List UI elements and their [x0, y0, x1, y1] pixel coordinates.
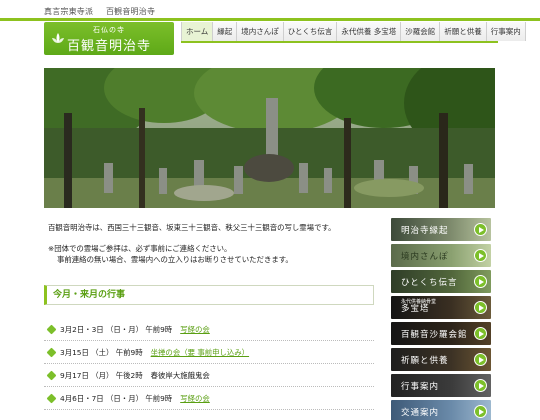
arrow-right-icon [474, 327, 487, 340]
event-link[interactable]: 写経の会 [180, 324, 210, 335]
banner-label: 境内さんぽ [401, 251, 449, 262]
event-date: 3月15日 （土） 午前9時 [60, 347, 143, 357]
event-date: 4月6日・7日 （日・月） 午前9時 [60, 393, 173, 403]
temple-name: 百観音明治寺 [105, 7, 156, 16]
banner-label: ひとくち伝言 [401, 277, 458, 288]
visit-notice: ※団体での霊場ご参拝は、必ず事前にご連絡ください。 事前連絡の無い場合、霊場内へ… [48, 243, 293, 265]
event-row: 9月17日 （月） 午後2時 春彼岸大施餓鬼会 [44, 364, 374, 387]
event-date: 9月17日 （月） 午後2時 [60, 370, 143, 380]
nav-engi[interactable]: 縁起 [212, 22, 237, 41]
events-section-title: 今月・来月の行事 [44, 285, 374, 305]
arrow-right-icon [474, 223, 487, 236]
nav-tahoto[interactable]: 永代供養 多宝塔 [336, 22, 401, 41]
event-row: 3月2日・3日 （日・月） 午前9時 写経の会 [44, 318, 374, 341]
banner-label: 祈願と供養 [401, 355, 449, 366]
event-date: 3月2日・3日 （日・月） 午前9時 [60, 324, 173, 334]
lotus-icon [52, 33, 64, 43]
hero-image [44, 68, 495, 208]
banner-label: 百観音沙羅会館 [401, 329, 468, 340]
banner-access[interactable]: 交通案内 [391, 400, 491, 420]
nav-keidai[interactable]: 境内さんぽ [236, 22, 283, 41]
banner-label: 行事案内 [401, 381, 440, 392]
intro-text: 百観音明治寺は、西国三十三観音、坂東三十三観音、秩父三十三観音の写し霊場です。 [48, 223, 336, 232]
event-text: 春彼岸大施餓鬼会 [150, 370, 210, 380]
banner-tahoto[interactable]: 永代供養納骨堂 多宝塔 [391, 296, 491, 319]
banner-message[interactable]: ひとくち伝言 [391, 270, 491, 293]
arrow-right-icon [474, 353, 487, 366]
nav-home[interactable]: ホーム [181, 22, 213, 41]
event-row: 3月15日 （土） 午前9時 坐禅の会（要 事前申し込み） [44, 341, 374, 364]
banner-keidai[interactable]: 境内さんぽ [391, 244, 491, 267]
leaf-bullet-icon [46, 370, 57, 380]
sect-name: 真言宗東寺派 [44, 7, 94, 16]
arrow-right-icon [474, 301, 487, 314]
event-link[interactable]: 写経の会 [180, 393, 210, 404]
leaf-bullet-icon [46, 347, 57, 357]
nav-message[interactable]: ひとくち伝言 [282, 22, 337, 41]
nav-underline [181, 41, 498, 43]
header-top-text: 真言宗東寺派 百観音明治寺 [44, 6, 165, 17]
banner-label: 交通案内 [401, 407, 440, 418]
event-row: 4月6日・7日 （日・月） 午前9時 写経の会 [44, 387, 374, 410]
leaf-bullet-icon [46, 393, 57, 403]
main-nav: ホーム 縁起 境内さんぽ ひとくち伝言 永代供養 多宝塔 沙羅会館 祈願と供養 … [181, 22, 526, 41]
garden-photo [44, 68, 495, 208]
arrow-right-icon [474, 379, 487, 392]
banner-prayer[interactable]: 祈願と供養 [391, 348, 491, 371]
arrow-right-icon [474, 249, 487, 262]
nav-sara-hall[interactable]: 沙羅会館 [400, 22, 440, 41]
nav-prayer[interactable]: 祈願と供養 [439, 22, 486, 41]
site-logo[interactable]: 石仏の寺 百観音明治寺 [44, 22, 174, 55]
banner-sara-hall[interactable]: 百観音沙羅会館 [391, 322, 491, 345]
arrow-right-icon [474, 405, 487, 418]
banner-events[interactable]: 行事案内 [391, 374, 491, 397]
banner-engi[interactable]: 明治寺縁起 [391, 218, 491, 241]
events-list: 3月2日・3日 （日・月） 午前9時 写経の会 3月15日 （土） 午前9時 坐… [44, 318, 374, 410]
sidebar-banners: 明治寺縁起 境内さんぽ ひとくち伝言 永代供養納骨堂 多宝塔 百観音沙羅会館 祈… [391, 218, 491, 420]
leaf-bullet-icon [46, 324, 57, 334]
banner-label: 明治寺縁起 [401, 225, 449, 236]
banner-sub: 永代供養納骨堂 [401, 299, 437, 305]
nav-events[interactable]: 行事案内 [485, 22, 526, 41]
notice-line-1: ※団体での霊場ご参拝は、必ず事前にご連絡ください。 [48, 244, 232, 253]
notice-line-2: 事前連絡の無い場合、霊場内への立入りはお断りさせていただきます。 [57, 255, 293, 264]
arrow-right-icon [474, 275, 487, 288]
event-link[interactable]: 坐禅の会（要 事前申し込み） [151, 347, 249, 358]
header-rule [0, 18, 540, 21]
